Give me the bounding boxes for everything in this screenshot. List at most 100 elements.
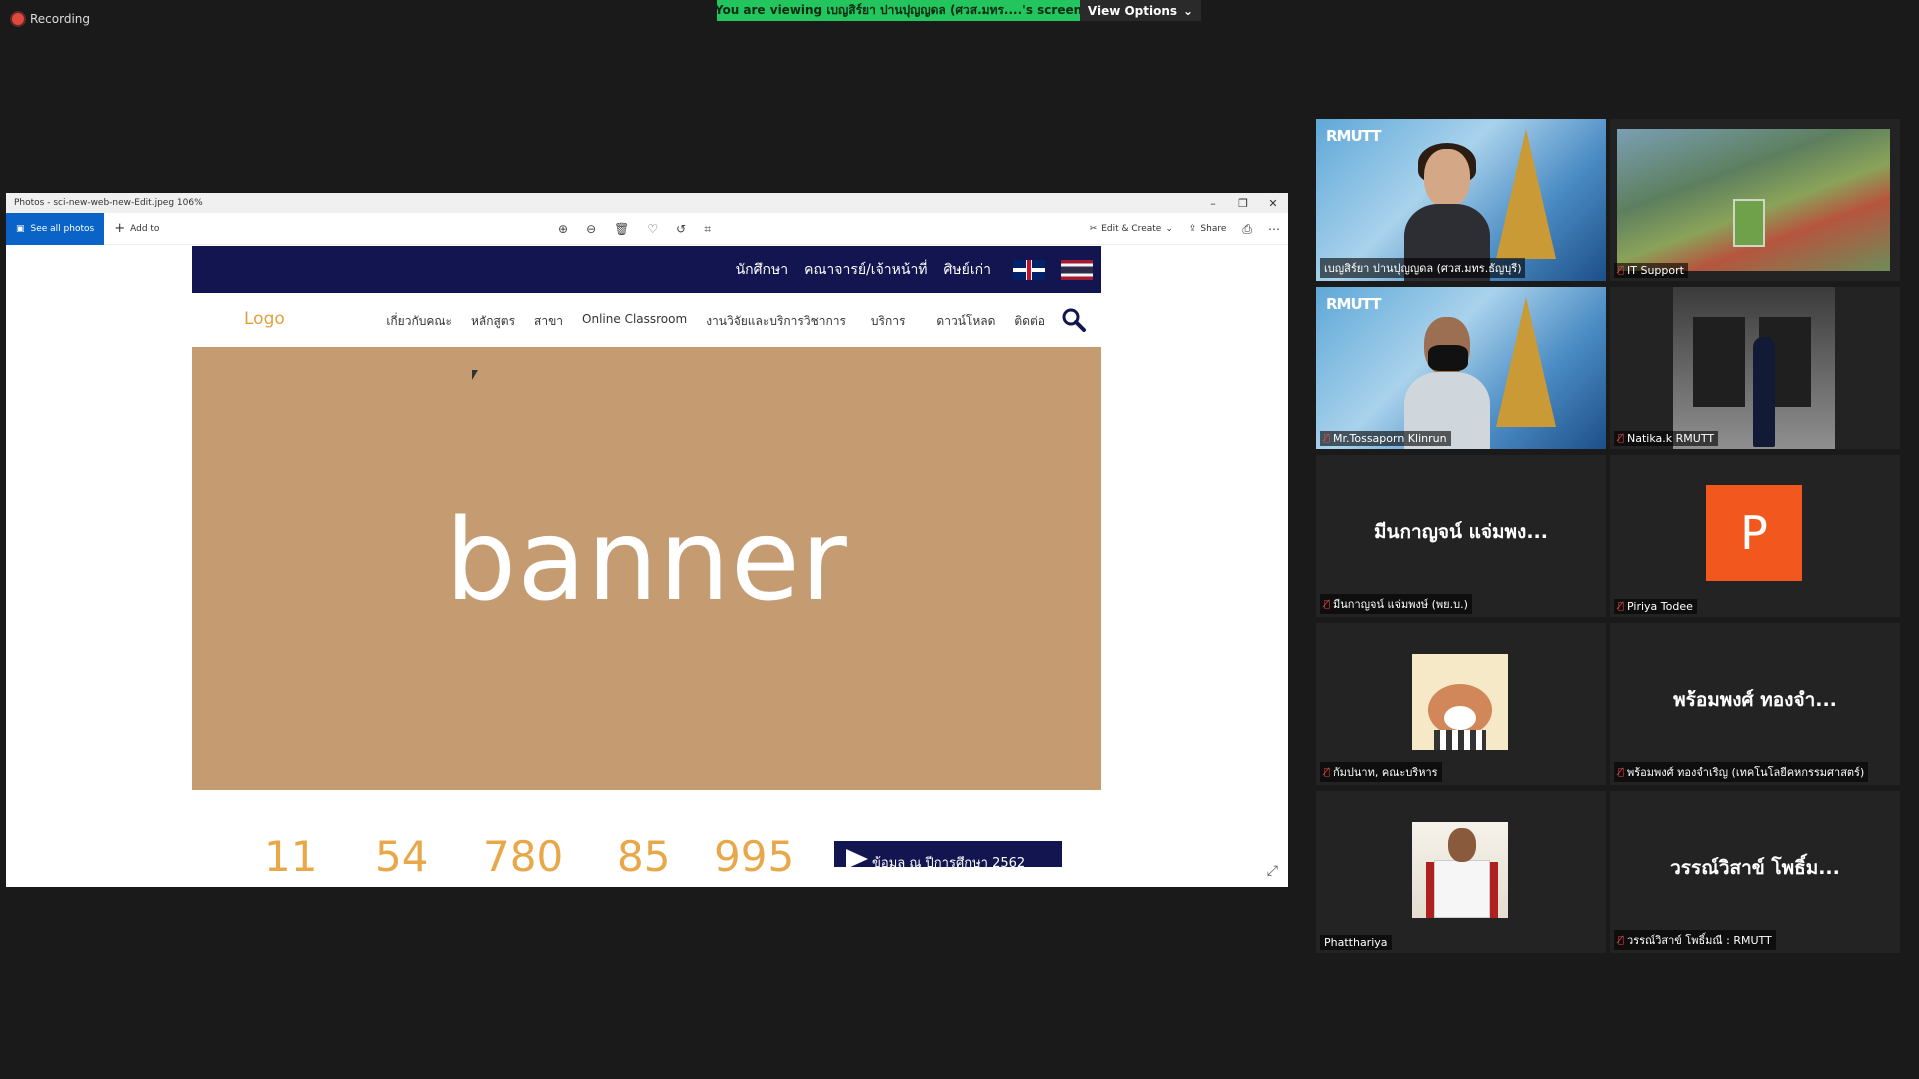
stupa-image (1496, 297, 1556, 427)
stupa-image (1496, 129, 1556, 259)
participant-name: IT Support (1627, 264, 1684, 277)
top-link-staff: คณาจารย์/เจ้าหน้าที่ (804, 261, 928, 278)
zoom-out-icon[interactable]: ⊖ (586, 222, 596, 236)
view-options-button[interactable]: View Options ⌄ (1080, 0, 1201, 21)
arrow-right-icon (846, 849, 868, 867)
nav-link-curriculum: หลักสูตร (470, 314, 516, 328)
uk-flag-icon (1013, 259, 1045, 280)
nav-link-services: บริการ (870, 314, 906, 328)
participant-tile[interactable]: มีนกาญจน์ แจ่มพง... 🎙̸ มีนกาญจน์ แจ่มพงษ… (1316, 455, 1606, 617)
participant-tile[interactable]: พร้อมพงศ์ ทองจำ... 🎙̸ พร้อมพงศ์ ทองจำเริ… (1610, 623, 1900, 785)
window-controls: – ❐ ✕ (1198, 193, 1288, 213)
stat-value: 11 (264, 832, 318, 881)
photos-toolbar: ▣ See all photos + Add to ⊕ ⊖ 🗑 ♡ ↺ ⌗ ✂ … (6, 212, 1288, 245)
photos-right-tools: ✂ Edit & Create ⌄ ⇪ Share ⎙ ⋯ (1090, 213, 1280, 245)
minimize-icon[interactable]: – (1198, 193, 1228, 213)
window-title: Photos - sci-new-web-new-Edit.jpeg 106% (14, 198, 203, 208)
participant-name: กัมปนาท, คณะบริหาร (1333, 766, 1438, 779)
participant-display-name: มีนกาญจน์ แจ่มพง... (1374, 521, 1548, 543)
participant-tile[interactable]: RMUTT เบญสิร์ยา ปานปุญญดล (ศวส.มทร.ธัญบุ… (1316, 119, 1606, 281)
restore-icon[interactable]: ❐ (1228, 193, 1258, 213)
mic-muted-icon: 🎙̸ (1618, 433, 1625, 444)
add-to-label: Add to (130, 223, 160, 234)
edit-icon: ✂ (1089, 224, 1098, 234)
participant-display-name: พร้อมพงศ์ ทองจำ... (1673, 689, 1837, 711)
more-options-icon[interactable]: ⋯ (1268, 222, 1280, 236)
close-icon[interactable]: ✕ (1258, 193, 1288, 213)
see-all-photos-label: See all photos (30, 223, 95, 234)
banner-text: banner (445, 495, 848, 626)
participant-tile[interactable]: P 🎙̸ Piriya Todee (1610, 455, 1900, 617)
nav-link-online-classroom: Online Classroom (582, 312, 688, 326)
participant-tile[interactable]: 🎙̸ Natika.k RMUTT (1610, 287, 1900, 449)
photos-icon: ▣ (16, 223, 25, 234)
participant-tile[interactable]: RMUTT 🎙̸ Mr.Tossaporn Klinrun (1316, 287, 1606, 449)
mouse-cursor-icon (472, 370, 478, 380)
see-all-photos-button[interactable]: ▣ See all photos (6, 212, 105, 245)
stats-cta-box: ข้อมูล ณ ปีการศึกษา 2562 (834, 841, 1062, 867)
top-link-students: นักศึกษา (735, 261, 789, 278)
participant-name-label: 🎙̸ มีนกาญจน์ แจ่มพงษ์ (พย.บ.) (1320, 594, 1472, 614)
participant-tile[interactable]: 🎙̸ กัมปนาท, คณะบริหาร (1316, 623, 1606, 785)
participant-name: Phatthariya (1324, 936, 1388, 949)
share-button[interactable]: ⇪ Share (1189, 224, 1227, 234)
participant-name-label: 🎙̸ Mr.Tossaporn Klinrun (1320, 431, 1451, 446)
participant-name-label: 🎙̸ กัมปนาท, คณะบริหาร (1320, 762, 1442, 782)
participant-tile[interactable]: Phatthariya (1316, 791, 1606, 953)
participant-display-name: วรรณ์วิสาข์ โพธิ์ม... (1670, 857, 1840, 879)
edit-create-label: Edit & Create (1101, 224, 1162, 234)
recording-indicator[interactable]: Recording (12, 12, 90, 26)
participant-name: เบญสิร์ยา ปานปุญญดล (ศวส.มทร.ธัญบุรี) (1324, 262, 1522, 275)
participant-tile[interactable]: 🎙̸ IT Support (1610, 119, 1900, 281)
rmutt-logo: RMUTT (1326, 127, 1381, 145)
website-mockup-image: นักศึกษา คณาจารย์/เจ้าหน้าที่ ศิษย์เก่า … (192, 246, 1101, 881)
site-top-bar: นักศึกษา คณาจารย์/เจ้าหน้าที่ ศิษย์เก่า (192, 246, 1101, 293)
recording-label: Recording (30, 12, 91, 26)
site-logo: Logo (244, 309, 285, 329)
viewing-screen-banner: You are viewing เบญสิร์ยา ปานปุญญดล (ศวส… (717, 0, 1080, 21)
participant-name: Natika.k RMUTT (1627, 432, 1715, 445)
nav-link-about: เกี่ยวกับคณะ (386, 314, 452, 328)
mic-muted-icon: 🎙̸ (1618, 265, 1625, 276)
participant-name: วรรณ์วิสาข์ โพธิ์มณี : RMUTT (1627, 934, 1772, 947)
crop-icon[interactable]: ⌗ (704, 222, 711, 237)
photos-center-tools: ⊕ ⊖ 🗑 ♡ ↺ ⌗ (558, 213, 711, 245)
add-to-button[interactable]: + Add to (114, 221, 159, 236)
banner-area: banner (192, 347, 1101, 790)
rotate-icon[interactable]: ↺ (676, 222, 686, 236)
stats-row: 11 54 780 85 995 ข้อมูล ณ ปีการศึกษา 256… (192, 790, 1101, 881)
participant-name: มีนกาญจน์ แจ่มพงษ์ (พย.บ.) (1333, 598, 1468, 611)
participant-name-label: 🎙̸ Piriya Todee (1614, 599, 1697, 614)
photos-app-window: Photos - sci-new-web-new-Edit.jpeg 106% … (6, 193, 1288, 887)
site-nav-links: เกี่ยวกับคณะ หลักสูตร สาขา Online Classr… (386, 312, 1045, 331)
edit-create-button[interactable]: ✂ Edit & Create ⌄ (1090, 224, 1173, 234)
stat-value: 995 (714, 832, 795, 881)
participant-video (1673, 287, 1835, 449)
avatar: P (1706, 485, 1802, 581)
rmutt-logo: RMUTT (1326, 295, 1381, 313)
search-icon (1062, 308, 1086, 332)
favorite-heart-icon[interactable]: ♡ (647, 222, 658, 236)
participant-video (1404, 317, 1490, 449)
participant-name: พร้อมพงศ์ ทองจำเริญ (เทคโนโลยีคหกรรมศาสต… (1627, 766, 1865, 779)
participant-name-label: 🎙̸ พร้อมพงศ์ ทองจำเริญ (เทคโนโลยีคหกรรมศ… (1614, 762, 1869, 782)
zoom-in-icon[interactable]: ⊕ (558, 222, 568, 236)
participant-tile[interactable]: วรรณ์วิสาข์ โพธิ์ม... 🎙̸ วรรณ์วิสาข์ โพธ… (1610, 791, 1900, 953)
plus-icon: + (114, 221, 126, 236)
share-icon: ⇪ (1188, 224, 1197, 234)
photos-titlebar: Photos - sci-new-web-new-Edit.jpeg 106% … (6, 193, 1288, 213)
participant-name-label: Phatthariya (1320, 935, 1392, 950)
mic-muted-icon: 🎙̸ (1618, 601, 1625, 612)
site-nav-bar: Logo เกี่ยวกับคณะ หลักสูตร สาขา Online C… (192, 293, 1101, 347)
expand-fullscreen-icon[interactable]: ⤢ (1267, 863, 1278, 879)
print-icon[interactable]: ⎙ (1242, 222, 1252, 237)
recording-dot-icon (12, 13, 24, 25)
chevron-down-icon: ⌄ (1165, 224, 1173, 234)
mic-muted-icon: 🎙̸ (1324, 433, 1331, 444)
campus-aerial-image (1617, 129, 1890, 271)
stat-value: 85 (617, 832, 671, 881)
delete-icon[interactable]: 🗑 (614, 222, 629, 236)
chevron-down-icon: ⌄ (1183, 3, 1194, 18)
nav-link-contact: ติดต่อ (1014, 314, 1045, 328)
participant-name: Mr.Tossaporn Klinrun (1333, 432, 1447, 445)
